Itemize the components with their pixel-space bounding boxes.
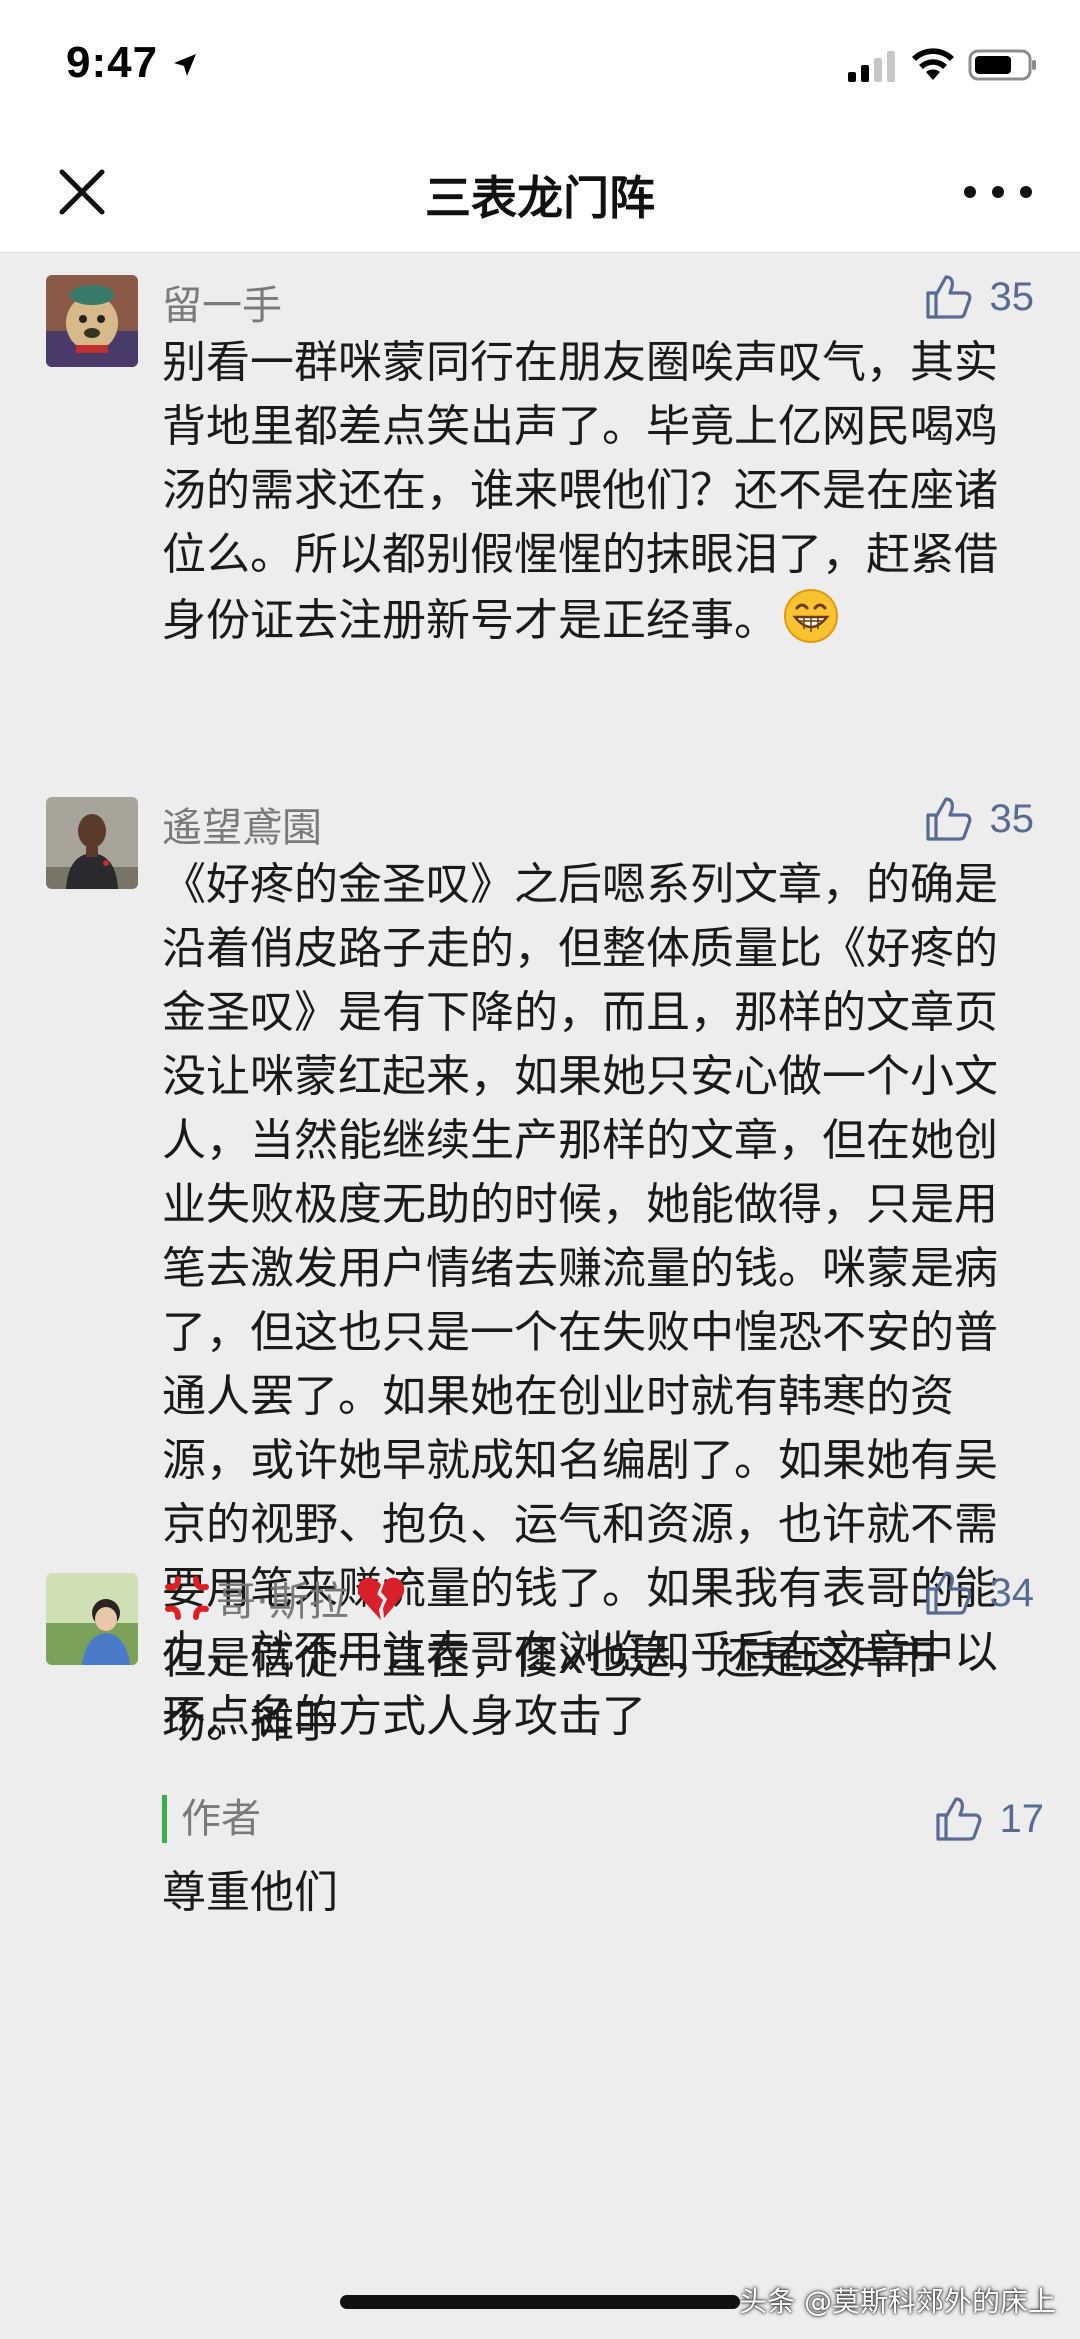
comment-body: 但是信徒一直在，傻x也是，还是这片市场。摊手 [162,1633,937,1748]
author-reply-tag: 作者 [162,1795,261,1843]
more-dots-icon[interactable] [960,172,1036,212]
cellular-signal-icon [848,51,895,82]
avatar[interactable] [46,1573,138,1665]
comment-text: 别看一群咪蒙同行在朋友圈唉声叹气，其实背地里都差点笑出声了。毕竟上亿网民喝鸡汤的… [162,331,1002,653]
home-indicator[interactable] [340,2295,740,2309]
grin-emoji-icon [784,589,838,643]
thumbs-up-icon [925,1571,971,1615]
nav-bar: 三表龙门阵 [0,132,1080,253]
broken-heart-emoji-icon [357,1577,404,1620]
like-count: 35 [989,274,1035,319]
comment-author-name-text: 哥·斯拉 [216,1579,349,1625]
status-time: 9:47 [66,38,159,87]
like-count: 17 [999,1796,1045,1841]
reply-like-button[interactable]: 17 [932,1791,1045,1847]
thumbs-up-icon [925,275,971,319]
wifi-icon [912,48,954,80]
avatar[interactable] [46,275,138,367]
like-count: 35 [989,796,1035,841]
like-count: 34 [989,1570,1035,1615]
like-button[interactable]: 35 [922,791,1035,847]
avatar[interactable] [46,797,138,889]
comment-author-name[interactable]: 留一手 [162,273,282,331]
comment-author-name[interactable]: 遙望鳶園 [162,795,322,853]
like-button[interactable]: 34 [922,1565,1035,1621]
comment-body: 别看一群咪蒙同行在朋友圈唉声叹气，其实背地里都差点笑出声了。毕竟上亿网民喝鸡汤的… [162,337,998,646]
thumbs-up-icon [935,1797,981,1841]
page-title: 三表龙门阵 [425,171,655,225]
author-reply-text: 尊重他们 [162,1867,338,1918]
battery-icon [968,49,1036,81]
thumbs-up-icon [925,797,971,841]
watermark: 头条 @莫斯科郊外的床上 [739,2285,1056,2318]
comment-author-name[interactable]: 哥·斯拉 [162,1569,407,1627]
like-button[interactable]: 35 [922,269,1035,325]
location-arrow-icon [174,54,196,76]
anger-emoji-icon [165,1576,209,1620]
status-bar: 9:47 [0,0,1080,132]
